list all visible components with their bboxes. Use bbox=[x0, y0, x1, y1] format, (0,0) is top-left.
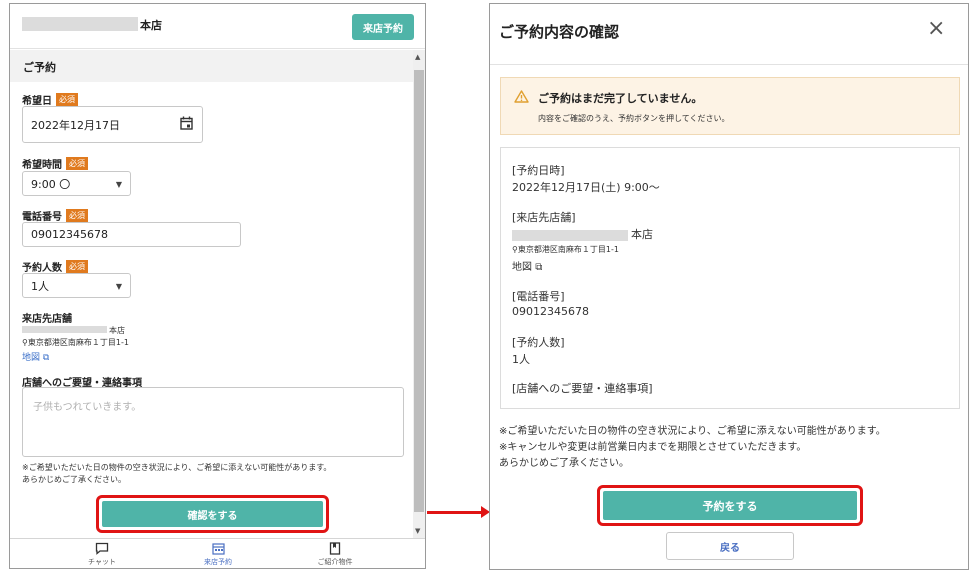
scroll-up-arrow-icon[interactable]: ▲ bbox=[415, 53, 420, 61]
calendar-icon bbox=[211, 543, 225, 555]
scroll-down-arrow-icon[interactable]: ▼ bbox=[415, 527, 420, 535]
map-link[interactable]: 地図 ⧉ bbox=[22, 350, 49, 363]
nav-item-visit-reservation[interactable]: 来店予約 bbox=[183, 542, 253, 567]
request-textarea[interactable]: 子供もつれていきます。 bbox=[22, 387, 404, 457]
bottom-nav: チャット 来店予約 ご紹介物件 bbox=[10, 538, 425, 568]
redacted-shop-name bbox=[512, 230, 628, 241]
people-select[interactable]: 1人 ▼ bbox=[22, 273, 131, 298]
store-name: 本店 bbox=[140, 19, 162, 32]
back-button[interactable]: 戻る bbox=[666, 532, 794, 560]
required-badge: 必須 bbox=[66, 157, 88, 170]
people-value: 1人 bbox=[512, 353, 530, 366]
date-value: 2022年12月17日(土) 9:00〜 bbox=[512, 181, 660, 194]
chevron-down-icon: ▼ bbox=[115, 180, 122, 189]
map-link[interactable]: 地図 ⧉ bbox=[512, 258, 542, 273]
phone-value: 09012345678 bbox=[31, 228, 108, 241]
section-title: ご予約 bbox=[23, 61, 56, 74]
warning-banner: ご予約はまだ完了していません。 内容をご確認のうえ、予約ボタンを押してください。 bbox=[500, 77, 960, 135]
people-label: 予約人数 必須 bbox=[22, 259, 88, 274]
request-heading: [店舗へのご要望・連絡事項] bbox=[512, 382, 653, 395]
phone-input[interactable]: 09012345678 bbox=[22, 222, 241, 247]
shop-name: 本店 bbox=[631, 228, 653, 241]
required-badge: 必須 bbox=[56, 93, 78, 106]
external-link-icon: ⧉ bbox=[42, 353, 50, 363]
nav-item-chat[interactable]: チャット bbox=[67, 542, 137, 567]
people-value: 1人 bbox=[31, 279, 49, 293]
required-badge: 必須 bbox=[66, 209, 88, 222]
section-header: ご予約 bbox=[10, 50, 413, 82]
phone-label: 電話番号 必須 bbox=[22, 208, 88, 223]
shop-heading: [来店先店舗] bbox=[512, 211, 576, 224]
date-label: 希望日 必須 bbox=[22, 92, 78, 107]
external-link-icon: ⧉ bbox=[535, 262, 543, 273]
warning-text: 内容をご確認のうえ、予約ボタンを押してください。 bbox=[538, 114, 730, 123]
confirm-button[interactable]: 確認をする bbox=[102, 501, 323, 527]
required-badge: 必須 bbox=[66, 260, 88, 273]
chevron-down-icon: ▼ bbox=[115, 282, 122, 291]
terms-notes: ※ご希望いただいた日の物件の空き状況により、ご希望に添えない可能性があります。 … bbox=[499, 426, 886, 469]
close-icon[interactable]: × bbox=[927, 16, 945, 41]
time-select[interactable]: 9:00 〇 ▼ bbox=[22, 171, 131, 196]
flow-arrow bbox=[427, 511, 483, 514]
divider bbox=[490, 64, 968, 65]
redacted-store-name bbox=[22, 17, 138, 31]
book-button[interactable]: 予約をする bbox=[603, 491, 857, 520]
confirmation-dialog: ご予約内容の確認 × ご予約はまだ完了していません。 内容をご確認のうえ、予約ボ… bbox=[489, 3, 969, 570]
redacted-shop-name bbox=[22, 326, 107, 333]
scrollbar[interactable]: ▲ ▼ bbox=[413, 50, 425, 538]
shop-address: ⚲東京都港区南麻布１丁目1-1 bbox=[512, 245, 619, 254]
app-header: 本店 来店予約 bbox=[10, 4, 425, 49]
time-label: 希望時間 必須 bbox=[22, 156, 88, 171]
date-value: 2022年12月17日 bbox=[31, 118, 120, 132]
warning-title: ご予約はまだ完了していません。 bbox=[538, 92, 703, 105]
shop-address: ⚲東京都港区南麻布１丁目1-1 bbox=[22, 338, 129, 347]
scrollbar-thumb[interactable] bbox=[414, 70, 424, 512]
calendar-icon[interactable] bbox=[180, 116, 193, 130]
bookmark-icon bbox=[329, 542, 341, 555]
date-field[interactable]: 2022年12月17日 bbox=[22, 106, 203, 143]
time-value: 9:00 〇 bbox=[31, 177, 71, 191]
date-heading: [予約日時] bbox=[512, 164, 565, 177]
phone-heading: [電話番号] bbox=[512, 290, 565, 303]
phone-value: 09012345678 bbox=[512, 305, 589, 318]
reservation-form-panel: 本店 来店予約 ご予約 ▲ ▼ 希望日 必須 2022年12月17日 希望時間 … bbox=[9, 3, 426, 569]
chat-icon bbox=[95, 542, 109, 555]
people-heading: [予約人数] bbox=[512, 336, 565, 349]
dialog-title: ご予約内容の確認 bbox=[499, 23, 620, 41]
reservation-details: [予約日時] 2022年12月17日(土) 9:00〜 [来店先店舗] 本店 ⚲… bbox=[500, 147, 960, 409]
availability-note: ※ご希望いただいた日の物件の空き状況により、ご希望に添えない可能性があります。 … bbox=[22, 463, 332, 484]
warning-icon bbox=[514, 90, 529, 103]
shop-name: 本店 bbox=[109, 326, 125, 335]
shop-label: 来店先店舗 bbox=[22, 314, 72, 325]
nav-item-recommended-properties[interactable]: ご紹介物件 bbox=[300, 542, 370, 567]
visit-reservation-button[interactable]: 来店予約 bbox=[352, 14, 414, 40]
